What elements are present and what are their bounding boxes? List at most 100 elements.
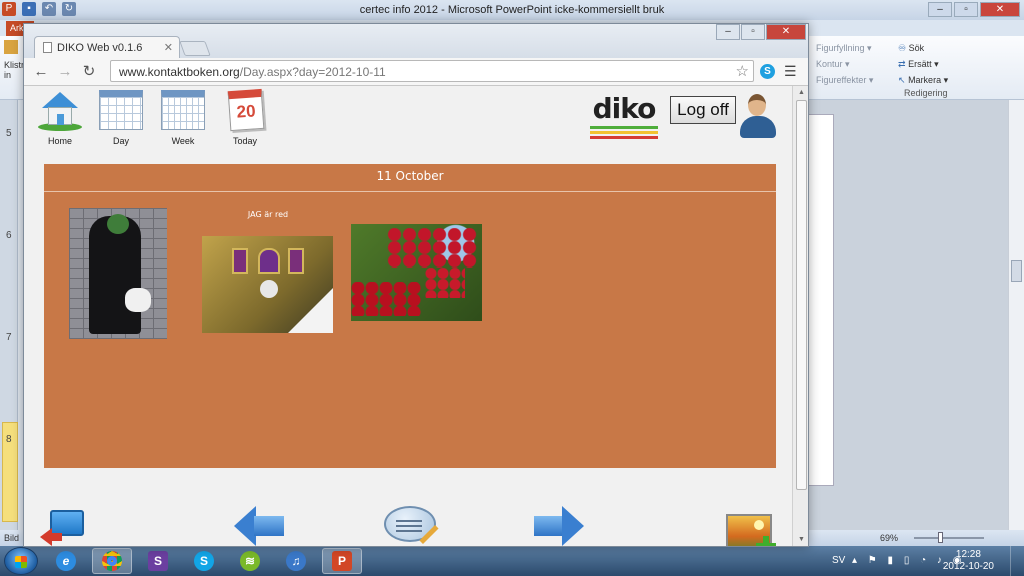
browser-tabstrip: DIKO Web v0.1.6 ✕ – ▫ ✕ <box>24 24 808 58</box>
day-header: 11 October <box>44 164 776 192</box>
start-button[interactable] <box>4 547 38 575</box>
scrollbar-thumb[interactable] <box>1011 260 1022 282</box>
new-tab-button[interactable] <box>179 41 211 56</box>
today-label: Today <box>232 136 258 146</box>
user-avatar-icon[interactable] <box>738 92 778 140</box>
day-panel: 11 October JAG är red <box>44 164 776 468</box>
menu-icon[interactable]: ☰ <box>784 63 797 80</box>
binoculars-icon: ♾ <box>898 43 907 53</box>
select-label: Markera <box>908 75 942 85</box>
taskbar-internet-explorer[interactable]: e <box>46 548 86 574</box>
slide-ruler: 5 6 7 8 <box>0 100 18 532</box>
browser-toolbar: ← → ↻ www.kontaktboken.org/Day.aspx?day=… <box>24 58 808 86</box>
clock-time: 12:28 <box>955 549 981 560</box>
slide-edge[interactable] <box>808 114 834 486</box>
slide-number: 7 <box>6 332 12 343</box>
taskbar-spotify[interactable]: ≋ <box>230 548 270 574</box>
find-button[interactable]: ♾ Sök <box>898 40 948 56</box>
find-label: Sök <box>908 43 925 53</box>
house-icon <box>38 90 82 132</box>
tab-close-icon[interactable]: ✕ <box>164 41 173 54</box>
itunes-icon: ♫ <box>286 551 306 571</box>
language-indicator[interactable]: SV <box>832 555 845 566</box>
close-button[interactable]: ✕ <box>980 2 1020 17</box>
windows-taskbar: e S S ≋ ♫ P SV ▴ ⚑ ▮ ▯ ◔ ♪ ◉ 12:28 2012-… <box>0 546 1024 576</box>
powerpoint-window-title: certec info 2012 - Microsoft PowerPoint … <box>359 4 665 16</box>
powerpoint-icon: P <box>332 551 352 571</box>
log-off-button[interactable]: Log off <box>670 96 736 124</box>
url-text[interactable]: www.kontaktboken.org/Day.aspx?day=2012-1… <box>119 65 386 79</box>
skype-extension-icon[interactable]: S <box>760 64 775 79</box>
clock[interactable]: 12:28 2012-10-20 <box>943 549 994 573</box>
page-scrollbar[interactable]: ▲ ▼ <box>792 86 808 546</box>
today-button[interactable]: 20 Today <box>220 88 270 146</box>
shape-outline-label: Kontur <box>816 59 843 69</box>
powerpoint-scrollbar[interactable] <box>1008 100 1024 530</box>
photo-thumbnail[interactable] <box>351 224 482 321</box>
address-bar[interactable]: www.kontaktboken.org/Day.aspx?day=2012-1… <box>110 60 754 82</box>
diko-logo: diko <box>590 94 658 142</box>
browser-maximize-button[interactable]: ▫ <box>741 24 765 40</box>
editing-group: ♾ Sök ⇄ Ersätt ▾ ↖ Markera ▾ <box>898 40 948 88</box>
chrome-icon <box>102 551 122 571</box>
slide-number: 6 <box>6 230 12 241</box>
minimize-button[interactable]: – <box>928 2 952 17</box>
shape-effects-label: Figureffekter <box>816 75 867 85</box>
day-calendar-icon <box>99 90 143 132</box>
maximize-button[interactable]: ▫ <box>954 2 978 17</box>
shape-style-group: Figurfyllning ▾ Kontur ▾ Figureffekter ▾ <box>816 40 873 88</box>
shape-fill-button[interactable]: Figurfyllning ▾ <box>816 40 873 56</box>
week-label: Week <box>171 136 195 146</box>
shape-effects-button[interactable]: Figureffekter ▾ <box>816 72 873 88</box>
week-calendar-icon <box>161 90 205 132</box>
spotify-icon: ≋ <box>240 551 260 571</box>
browser-close-button[interactable]: ✕ <box>766 24 806 40</box>
bookmark-star-icon[interactable]: ☆ <box>736 62 749 80</box>
paste-icon[interactable] <box>4 40 18 54</box>
browser-tab[interactable]: DIKO Web v0.1.6 ✕ <box>34 36 180 58</box>
clock-date: 2012-10-20 <box>942 561 994 572</box>
ribbon-right-groups: Figurfyllning ▾ Kontur ▾ Figureffekter ▾… <box>816 40 1024 98</box>
scroll-down-icon[interactable]: ▼ <box>798 536 805 543</box>
taskbar-powerpoint[interactable]: P <box>322 548 362 574</box>
status-slide-label: Bild <box>4 533 20 543</box>
taskbar-chrome[interactable] <box>92 548 132 574</box>
forward-arrow-icon[interactable]: → <box>56 62 74 82</box>
url-path: /Day.aspx?day=2012-10-11 <box>239 65 386 79</box>
slide-number: 8 <box>6 434 12 445</box>
home-button[interactable]: Home <box>35 90 85 146</box>
zoom-level[interactable]: 69% <box>880 533 898 543</box>
day-button[interactable]: Day <box>96 90 146 146</box>
internet-explorer-icon: e <box>56 551 76 571</box>
zoom-slider[interactable] <box>914 537 984 539</box>
taskbar-skype[interactable]: S <box>184 548 224 574</box>
zoom-slider-knob[interactable] <box>938 532 943 543</box>
reload-icon[interactable]: ↻ <box>80 62 98 82</box>
today-calendar-icon: 20 <box>223 88 267 132</box>
select-button[interactable]: ↖ Markera ▾ <box>898 72 948 88</box>
slide-canvas-area <box>808 100 1008 530</box>
scroll-up-icon[interactable]: ▲ <box>798 89 805 96</box>
home-label: Home <box>47 136 72 146</box>
back-arrow-icon[interactable]: ← <box>32 62 50 82</box>
replace-button[interactable]: ⇄ Ersätt ▾ <box>898 56 948 72</box>
today-number: 20 <box>227 88 265 132</box>
photo-thumbnail[interactable] <box>69 208 167 339</box>
system-tray: SV ▴ ⚑ ▮ ▯ ◔ ♪ ◉ 12:28 2012-10-20 <box>824 546 1024 576</box>
browser-minimize-button[interactable]: – <box>716 24 740 40</box>
shape-outline-button[interactable]: Kontur ▾ <box>816 56 873 72</box>
cursor-icon: ↖ <box>898 75 906 85</box>
sharepoint-icon: S <box>148 551 168 571</box>
slide-number: 5 <box>6 128 12 139</box>
diko-logo-text: diko <box>592 92 657 125</box>
editing-group-label: Redigering <box>904 88 948 98</box>
page-scrollbar-thumb[interactable] <box>796 100 807 490</box>
taskbar-sharepoint[interactable]: S <box>138 548 178 574</box>
taskbar-itunes[interactable]: ♫ <box>276 548 316 574</box>
replace-label: Ersätt <box>908 59 932 69</box>
show-desktop-button[interactable] <box>1010 546 1024 576</box>
week-button[interactable]: Week <box>158 90 208 146</box>
photo-thumbnail[interactable] <box>202 236 333 333</box>
browser-window-controls: – ▫ ✕ <box>716 24 806 40</box>
replace-icon: ⇄ <box>898 59 906 69</box>
